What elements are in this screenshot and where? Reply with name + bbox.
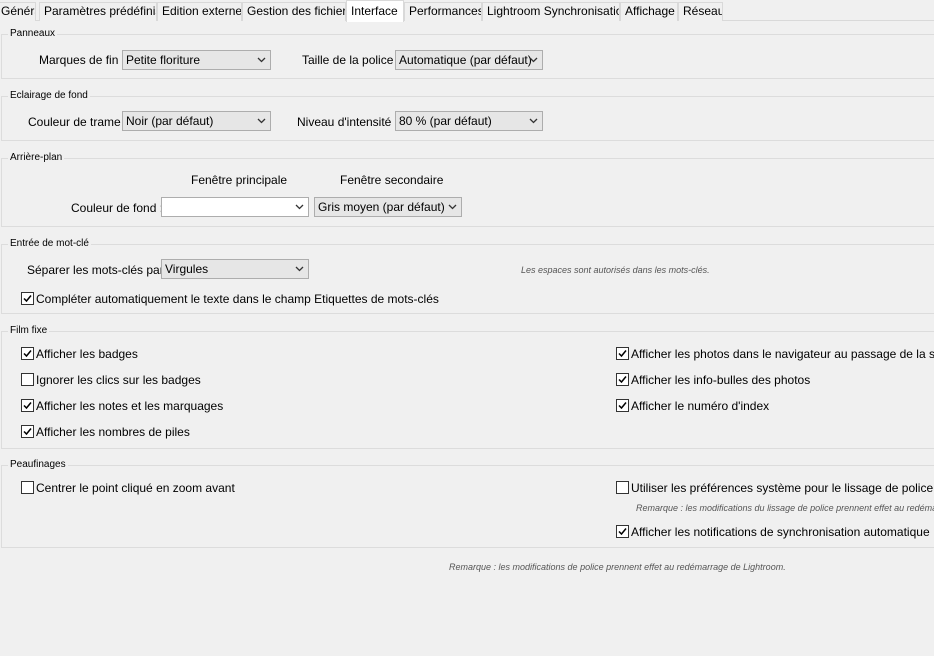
tab-label: Interface [351,4,398,18]
show-ratings-label: Afficher les notes et les marquages [36,399,224,413]
font-size-select[interactable]: Automatique (par défaut) [395,50,543,70]
checkmark-icon [618,350,627,358]
tab-label: Edition externe [162,4,242,18]
bg-color-label: Couleur de fond : [71,201,164,215]
checkmark-icon [23,295,32,303]
checkmark-icon [618,402,627,410]
tab-label: Général [1,4,35,18]
tab-gestion-fichiers[interactable]: Gestion des fichiers [242,2,346,21]
font-size-label: Taille de la police : [302,53,401,67]
system-smoothing-checkbox[interactable] [616,481,629,494]
tab-affichage[interactable]: Affichage [620,2,678,21]
system-smoothing-label: Utiliser les préférences système pour le… [631,481,934,495]
ignore-badge-clicks-checkbox[interactable] [21,373,34,386]
smoothing-note: Remarque : les modifications du lissage … [636,503,934,513]
secondary-window-header: Fenêtre secondaire [340,173,444,187]
hover-preview-label: Afficher les photos dans le navigateur a… [631,347,934,361]
end-marks-label: Marques de fin : [39,53,126,67]
chevron-down-icon [529,57,538,63]
group-title-eclairage: Eclairage de fond [8,90,90,102]
select-value: Petite floriture [126,53,201,67]
spaces-note: Les espaces sont autorisés dans les mots… [521,265,710,275]
tab-edition-externe[interactable]: Edition externe [157,2,242,21]
tab-reseau[interactable]: Réseau [678,2,723,21]
tab-lightroom-synchronisation[interactable]: Lightroom Synchronisation [482,2,620,21]
separator-label: Séparer les mots-clés par : [27,263,171,277]
zoom-center-label: Centrer le point cliqué en zoom avant [36,481,235,495]
select-value: Virgules [165,262,209,276]
separator-select[interactable]: Virgules [161,259,309,279]
footer-note: Remarque : les modifications de police p… [449,562,786,572]
ignore-badge-clicks-label: Ignorer les clics sur les badges [36,373,201,387]
select-value: Automatique (par défaut) [399,53,532,67]
end-marks-select[interactable]: Petite floriture [122,50,271,70]
select-value: Gris moyen (par défaut) [318,200,445,214]
autocomplete-label: Compléter automatiquement le texte dans … [36,292,439,306]
select-value: 80 % (par défaut) [399,114,492,128]
show-stack-counts-label: Afficher les nombres de piles [36,425,190,439]
checkmark-icon [23,402,32,410]
secondary-window-bg-select[interactable]: Gris moyen (par défaut) [314,197,462,217]
photo-tooltips-label: Afficher les info-bulles des photos [631,373,811,387]
show-ratings-checkbox[interactable] [21,399,34,412]
group-title-panneaux: Panneaux [8,28,58,40]
chevron-down-icon [295,266,304,272]
intensity-select[interactable]: 80 % (par défaut) [395,111,543,131]
chevron-down-icon [448,204,457,210]
index-number-label: Afficher le numéro d'index [631,399,770,413]
tab-label: Paramètres prédéfinis [44,4,157,18]
tab-label: Performances [409,4,482,18]
chevron-down-icon [257,118,266,124]
tab-bar: Général Paramètres prédéfinis Edition ex… [0,0,934,22]
chevron-down-icon [295,204,304,210]
tab-interface[interactable]: Interface [346,0,404,22]
show-badges-checkbox[interactable] [21,347,34,360]
checkmark-icon [23,350,32,358]
zoom-center-checkbox[interactable] [21,481,34,494]
chevron-down-icon [257,57,266,63]
tab-label: Réseau [683,4,723,18]
show-badges-label: Afficher les badges [36,347,138,361]
tab-label: Gestion des fichiers [247,4,346,18]
checkmark-icon [618,528,627,536]
tab-performances[interactable]: Performances [404,2,482,21]
index-number-checkbox[interactable] [616,399,629,412]
screen-color-label: Couleur de trame : [28,115,128,129]
main-window-header: Fenêtre principale [191,173,288,187]
group-title-arriere-plan: Arrière-plan [8,152,65,164]
tab-parametres-predefinis[interactable]: Paramètres prédéfinis [39,2,157,21]
group-title-film-fixe: Film fixe [8,325,50,337]
sync-notifications-label: Afficher les notifications de synchronis… [631,525,930,539]
checkmark-icon [618,376,627,384]
autocomplete-checkbox[interactable] [21,292,34,305]
checkmark-icon [23,428,32,436]
intensity-label: Niveau d'intensité : [297,115,399,129]
main-window-bg-select[interactable] [161,197,309,217]
hover-preview-checkbox[interactable] [616,347,629,360]
select-value: Noir (par défaut) [126,114,214,128]
group-title-peaufinages: Peaufinages [8,459,68,471]
tab-label: Affichage [625,4,675,18]
chevron-down-icon [529,118,538,124]
tab-label: Lightroom Synchronisation [487,4,620,18]
screen-color-select[interactable]: Noir (par défaut) [122,111,271,131]
group-arriere-plan [1,158,934,227]
sync-notifications-checkbox[interactable] [616,525,629,538]
tab-general[interactable]: Général [0,2,36,21]
group-title-mot-cle: Entrée de mot-clé [8,238,91,250]
show-stack-counts-checkbox[interactable] [21,425,34,438]
photo-tooltips-checkbox[interactable] [616,373,629,386]
